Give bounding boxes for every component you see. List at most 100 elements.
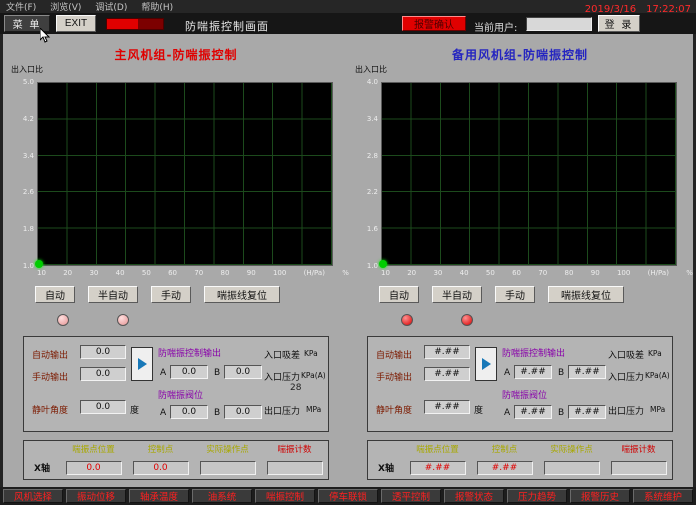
datetime-display: 2019/3/16 17:22:07 xyxy=(585,4,691,15)
y-tick-label: 2.6 xyxy=(10,188,34,196)
manual-output-value[interactable]: 0.0 xyxy=(80,367,126,381)
x-tick-label: 90 xyxy=(591,269,600,277)
inlet-pressure-unit: KPa(A) xyxy=(645,371,670,380)
vane-angle-unit: 度 xyxy=(474,403,483,416)
mode-buttons: 自动 半自动 手动 喘振线复位 xyxy=(35,286,280,303)
nav-alarm-status-button[interactable]: 报警状态 xyxy=(444,489,504,503)
inlet-diff-unit: KPa xyxy=(304,349,318,358)
login-button[interactable]: 登 录 xyxy=(598,15,640,32)
surge-trend-chart: 5.0 4.2 3.4 2.6 1.8 1.0 10 20 30 40 50 6… xyxy=(37,82,333,266)
menu-help[interactable]: 帮助(H) xyxy=(141,0,173,13)
channel-a-label: A xyxy=(504,408,510,418)
nav-alarm-history-button[interactable]: 报警历史 xyxy=(570,489,630,503)
hmi-screen: 文件(F) 浏览(V) 调试(D) 帮助(H) 菜 单 EXIT 防喘振控制画面… xyxy=(0,0,696,505)
inlet-diff-label: 入口吸差 xyxy=(264,348,300,361)
actual-op-point-value xyxy=(200,461,256,475)
x-tick-label: 80 xyxy=(565,269,574,277)
signal-selector-icon xyxy=(475,347,497,381)
inlet-pressure-label: 入口压力 xyxy=(264,370,300,383)
x-tick-label: 60 xyxy=(168,269,177,277)
main-area: 主风机组-防喘振控制 出入口比 5.0 4.2 3.4 2.6 1.8 1.0 … xyxy=(3,34,693,487)
semi-auto-mode-button[interactable]: 半自动 xyxy=(88,286,138,303)
channel-b-label: B xyxy=(214,368,220,378)
manual-output-value[interactable]: #.## xyxy=(424,367,470,381)
operating-point-dot xyxy=(379,260,387,268)
mode-buttons: 自动 半自动 手动 喘振线复位 xyxy=(379,286,624,303)
screen-title: 防喘振控制画面 xyxy=(185,18,269,34)
date-text: 2019/3/16 xyxy=(585,4,636,15)
exit-button[interactable]: EXIT xyxy=(56,15,96,32)
x-tick-label: 30 xyxy=(433,269,442,277)
inlet-pressure-unit: KPa(A) xyxy=(301,371,326,380)
x-tick-label: 10 xyxy=(37,269,46,277)
surge-count-value xyxy=(611,461,667,475)
control-point-header: 控制点 xyxy=(148,443,174,455)
backup-fan-panel: 备用风机组-防喘振控制 出入口比 4.0 3.4 2.8 2.2 1.6 1.0… xyxy=(353,42,687,486)
alarm-ack-button[interactable]: 报警确认 xyxy=(402,16,466,31)
operating-point-dot xyxy=(35,260,43,268)
nav-fan-select-button[interactable]: 风机选择 xyxy=(3,489,63,503)
current-user-label: 当前用户: xyxy=(474,19,517,34)
mode-status-light xyxy=(57,314,69,326)
antisurge-output-b-value: 0.0 xyxy=(224,365,262,379)
current-user-input[interactable] xyxy=(526,17,592,31)
control-point-value: #.## xyxy=(477,461,533,475)
y-tick-label: 1.6 xyxy=(354,225,378,233)
nav-pressure-trend-button[interactable]: 压力趋势 xyxy=(507,489,567,503)
mode-status-light xyxy=(117,314,129,326)
mouse-cursor-icon xyxy=(40,28,51,43)
nav-bearing-temp-button[interactable]: 轴承温度 xyxy=(129,489,189,503)
antisurge-output-b-value: #.## xyxy=(568,365,606,379)
surge-line-reset-button[interactable]: 喘振线复位 xyxy=(204,286,280,303)
antisurge-output-label: 防喘振控制输出 xyxy=(502,346,565,359)
channel-b-label: B xyxy=(558,408,564,418)
antisurge-valve-label: 防喘振阀位 xyxy=(158,388,203,401)
antisurge-output-a-value: #.## xyxy=(514,365,552,379)
menu-file[interactable]: 文件(F) xyxy=(6,0,36,13)
antisurge-output-label: 防喘振控制输出 xyxy=(158,346,221,359)
channel-a-label: A xyxy=(160,368,166,378)
auto-mode-button[interactable]: 自动 xyxy=(379,286,419,303)
surge-point-pos-header: 喘振点位置 xyxy=(416,443,459,455)
valve-a-value: #.## xyxy=(514,405,552,419)
nav-surge-control-button[interactable]: 喘振控制 xyxy=(255,489,315,503)
vane-angle-value: #.## xyxy=(424,400,470,414)
selector-arrow-icon xyxy=(138,358,147,370)
nav-vibration-button[interactable]: 振动位移 xyxy=(66,489,126,503)
nav-shutdown-interlock-button[interactable]: 停车联锁 xyxy=(318,489,378,503)
auto-mode-button[interactable]: 自动 xyxy=(35,286,75,303)
surge-point-pos-value: #.## xyxy=(410,461,466,475)
semi-auto-mode-button[interactable]: 半自动 xyxy=(432,286,482,303)
channel-b-label: B xyxy=(214,408,220,418)
auto-output-label: 自动输出 xyxy=(376,348,412,361)
nav-system-maintenance-button[interactable]: 系统维护 xyxy=(633,489,693,503)
x-axis-percent: % xyxy=(686,269,693,277)
vane-angle-value: 0.0 xyxy=(80,400,126,414)
x-axis-unit: (H/Pa) xyxy=(648,269,669,277)
x-tick-label: 50 xyxy=(486,269,495,277)
menu-debug[interactable]: 调试(D) xyxy=(95,0,127,13)
manual-mode-button[interactable]: 手动 xyxy=(151,286,191,303)
actual-op-point-header: 实际操作点 xyxy=(206,443,249,455)
manual-mode-button[interactable]: 手动 xyxy=(495,286,535,303)
nav-oil-system-button[interactable]: 油系统 xyxy=(192,489,252,503)
selector-arrow-icon xyxy=(482,358,491,370)
x-axis-percent: % xyxy=(342,269,349,277)
auto-output-label: 自动输出 xyxy=(32,348,68,361)
x-tick-label: 20 xyxy=(407,269,416,277)
outlet-pressure-unit: MPa xyxy=(306,405,321,414)
x-tick-label: 30 xyxy=(89,269,98,277)
surge-line-reset-button[interactable]: 喘振线复位 xyxy=(548,286,624,303)
control-values-panel: 自动输出 0.0 手动输出 0.0 防喘振控制输出 A 0.0 B 0.0 静叶… xyxy=(23,336,329,432)
alarm-indicator-strip xyxy=(106,18,164,30)
y-tick-label: 2.8 xyxy=(354,152,378,160)
chart-plot-area xyxy=(37,82,333,266)
inlet-diff-label: 入口吸差 xyxy=(608,348,644,361)
actual-op-point-header: 实际操作点 xyxy=(550,443,593,455)
control-point-header: 控制点 xyxy=(492,443,518,455)
inlet-diff-unit: KPa xyxy=(648,349,662,358)
nav-turbine-control-button[interactable]: 透平控制 xyxy=(381,489,441,503)
valve-b-value: 0.0 xyxy=(224,405,262,419)
main-fan-panel: 主风机组-防喘振控制 出入口比 5.0 4.2 3.4 2.6 1.8 1.0 … xyxy=(9,42,343,486)
menu-view[interactable]: 浏览(V) xyxy=(50,0,81,13)
